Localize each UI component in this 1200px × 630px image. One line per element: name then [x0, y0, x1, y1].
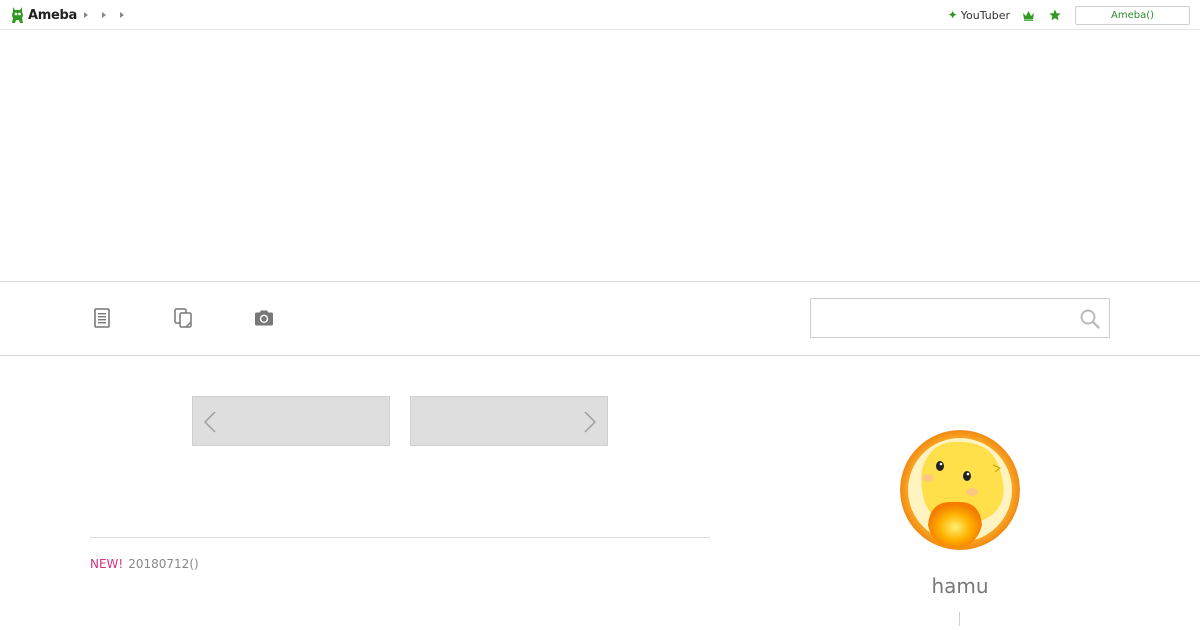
theme-icon[interactable]: [171, 306, 195, 330]
sparkle-icon: ✦: [947, 8, 958, 22]
previous-entry-button[interactable]: [192, 396, 390, 446]
youtuber-label: YouTuber: [960, 8, 1010, 22]
chevron-right-icon: [584, 411, 596, 433]
avatar[interactable]: [900, 430, 1020, 550]
latest-entry[interactable]: NEW! 20180712(): [90, 557, 199, 571]
new-badge: NEW!: [90, 557, 124, 571]
breadcrumb: [84, 10, 124, 18]
breadcrumb-arrow-icon[interactable]: [84, 12, 88, 18]
breadcrumb-arrow-icon[interactable]: [102, 12, 106, 18]
ameba-mascot-icon: [12, 7, 23, 23]
header-banner-area: [0, 30, 1200, 281]
profile-divider: [959, 612, 960, 626]
header-actions: ✦ YouTuber Ameba(): [948, 5, 1190, 25]
profile-name[interactable]: hamu: [900, 574, 1020, 598]
youtuber-link[interactable]: ✦ YouTuber: [948, 9, 1010, 22]
logo-text: Ameba: [28, 7, 78, 23]
ameba-logo[interactable]: Ameba: [10, 5, 77, 25]
section-divider: [90, 537, 710, 538]
entries-list-icon[interactable]: [90, 306, 114, 330]
latest-entry-title[interactable]: 20180712(): [128, 557, 198, 571]
next-entry-button[interactable]: [410, 396, 608, 446]
chevron-left-icon: [204, 411, 216, 433]
star-icon[interactable]: [1049, 9, 1061, 21]
global-header: Ameba ✦ YouTuber Ameba(): [0, 0, 1200, 30]
search-icon[interactable]: [1079, 308, 1101, 330]
blog-search: [810, 298, 1110, 338]
search-input[interactable]: [811, 299, 1071, 337]
crown-icon[interactable]: [1022, 10, 1035, 21]
blog-nav: [0, 281, 1200, 356]
breadcrumb-arrow-icon[interactable]: [120, 12, 124, 18]
ameba-register-button[interactable]: Ameba(): [1075, 5, 1190, 25]
camera-icon[interactable]: [252, 306, 276, 330]
